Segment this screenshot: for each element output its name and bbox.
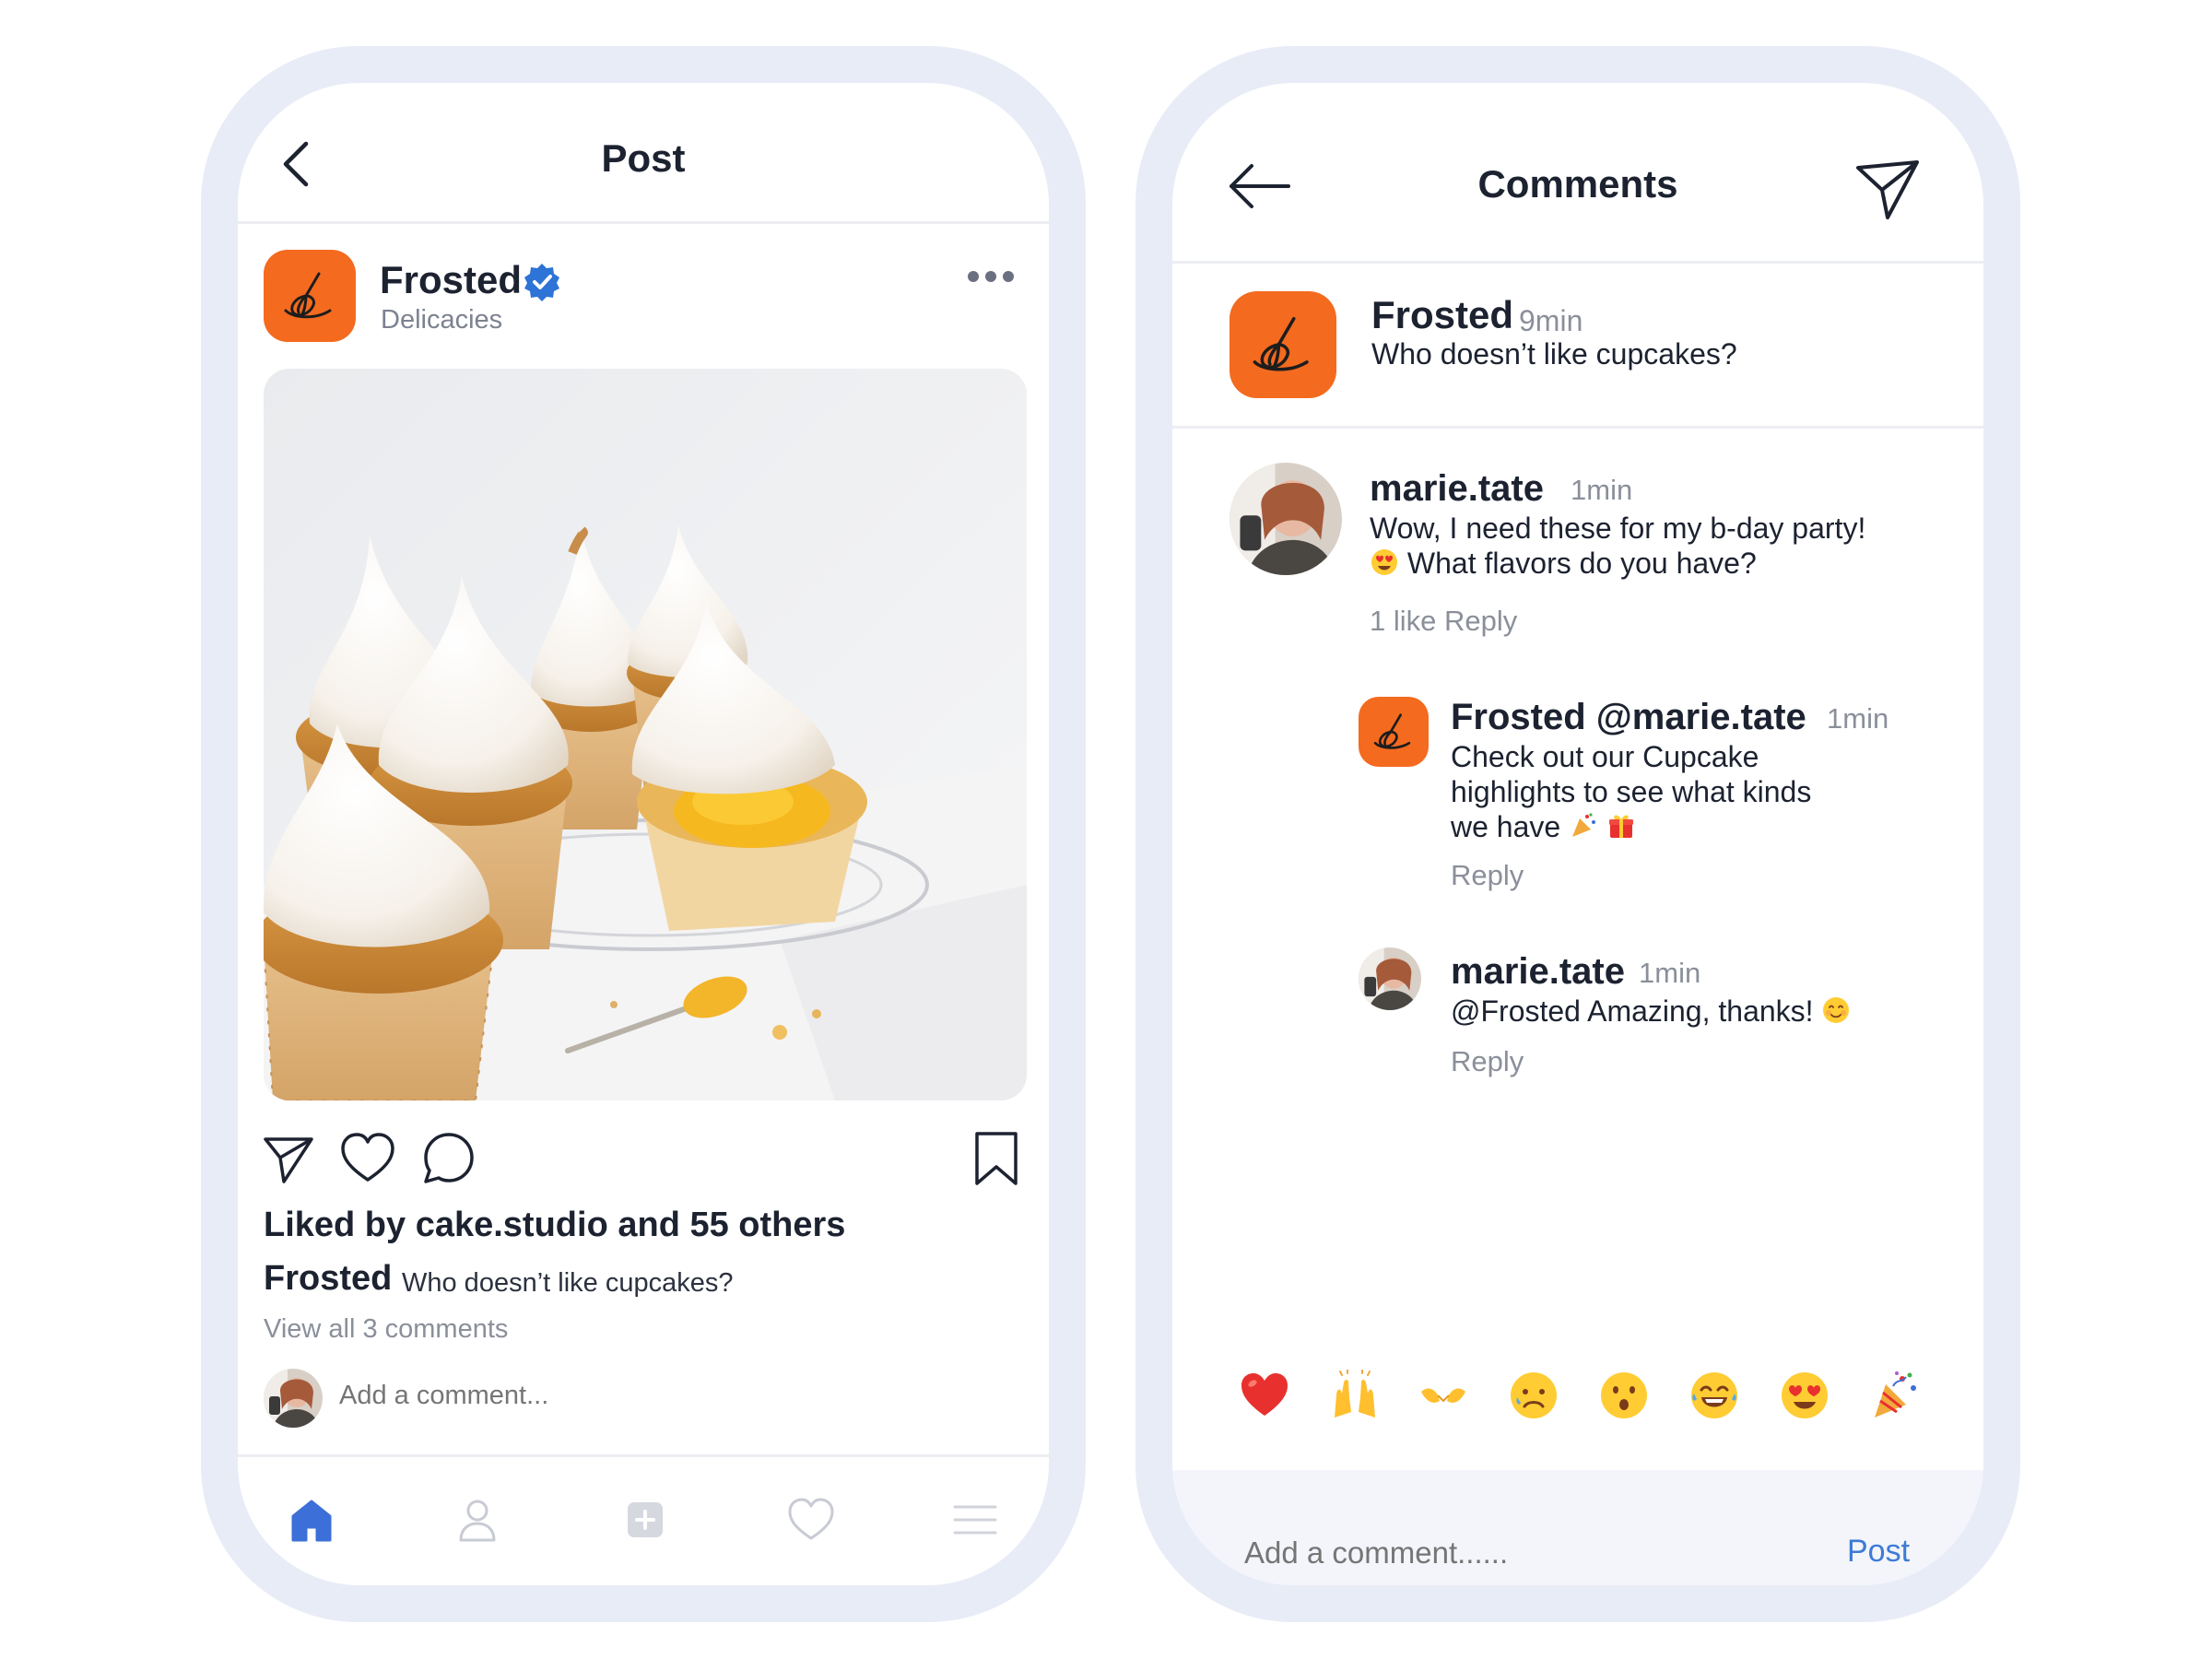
brand-logo[interactable] [1230,291,1336,398]
post-text: Who doesn’t like cupcakes? [1371,337,1737,371]
comment-text-line: What flavors do you have? [1370,546,1757,581]
reply-button[interactable]: Reply [1451,1045,1524,1078]
more-options-icon[interactable] [966,269,1016,284]
reply-text-end: we have [1451,810,1561,843]
reply-button[interactable]: Reply [1451,859,1524,892]
verified-badge-icon [524,264,559,301]
raised-hands-emoji-icon[interactable] [1329,1370,1381,1421]
view-all-comments-link[interactable]: View all 3 comments [264,1314,508,1345]
comment-text-line: Wow, I need these for my b-day party! [1370,512,1866,545]
laughing-face-emoji-icon[interactable] [1688,1370,1740,1421]
comments-phone-frame: Comments Frosted 9min Who doesn’t like c… [1135,46,2020,1622]
reply-username[interactable]: Frosted @marie.tate [1451,697,1806,738]
current-user-avatar [264,1369,323,1428]
heart-emoji-icon[interactable] [1239,1370,1290,1421]
caption-text: Who doesn’t like cupcakes? [402,1268,734,1298]
post-header: Post [238,83,1049,224]
reply-text-line: Check out our Cupcake [1451,740,1759,773]
reply-text: @Frosted Amazing, thanks! [1451,994,1814,1028]
bottom-nav-bar [238,1454,1049,1585]
bookmark-icon[interactable] [968,1130,1025,1187]
quick-reactions-bar [1228,1370,1928,1434]
divider [1172,426,1983,429]
menu-icon[interactable] [949,1494,1001,1546]
post-author[interactable]: Frosted [1371,293,1513,337]
post-actions [238,1130,1049,1194]
comment-input[interactable] [1244,1535,1760,1571]
reply-avatar[interactable] [1359,947,1421,1010]
clapping-hands-emoji-icon[interactable] [1418,1370,1469,1421]
whisk-icon [1253,317,1309,371]
reply-text-line: we have [1451,809,1636,844]
caption-username[interactable]: Frosted [264,1259,392,1299]
add-comment-input[interactable] [339,1381,892,1411]
add-post-icon[interactable] [619,1494,671,1546]
whisk-icon [1373,713,1411,749]
post-phone-frame: Post Frosted Delicacies Liked by cake.st… [201,46,1086,1622]
comment-text-continuation: What flavors do you have? [1406,547,1757,580]
surprised-face-emoji-icon[interactable] [1598,1370,1650,1421]
commenter-avatar[interactable] [1230,463,1342,575]
comment-like-reply[interactable]: 1 like Reply [1370,605,1517,638]
send-icon[interactable] [1854,159,1921,221]
post-time: 9min [1519,304,1583,337]
heart-eyes-emoji-icon [1371,549,1397,575]
page-title: Post [601,136,686,180]
brand-logo[interactable] [264,250,356,342]
comment-time: 1min [1571,474,1633,506]
comments-header: Comments [1172,83,1983,264]
gift-emoji-icon [1608,815,1633,838]
party-popper-emoji-icon [1572,813,1596,837]
sad-face-emoji-icon[interactable] [1508,1370,1559,1421]
party-popper-emoji-icon[interactable] [1869,1370,1921,1421]
heart-eyes-emoji-icon[interactable] [1779,1370,1830,1421]
share-send-icon[interactable] [260,1130,317,1187]
profile-icon[interactable] [452,1494,503,1546]
activity-heart-icon[interactable] [785,1494,837,1546]
reply-brand-logo[interactable] [1359,697,1429,767]
brand-subtitle: Delicacies [381,305,503,335]
reply-time: 1min [1827,702,1889,735]
likes-summary[interactable]: Liked by cake.studio and 55 others [264,1206,845,1245]
reply-time: 1min [1639,957,1701,989]
post-screen: Post Frosted Delicacies Liked by cake.st… [238,83,1049,1585]
like-heart-icon[interactable] [339,1130,396,1187]
comment-username[interactable]: marie.tate [1370,468,1544,510]
comments-screen: Comments Frosted 9min Who doesn’t like c… [1172,83,1983,1585]
home-icon[interactable] [286,1494,337,1546]
reply-text-line: @Frosted Amazing, thanks! [1451,994,1851,1029]
whisk-icon [284,272,332,319]
reply-username[interactable]: marie.tate [1451,951,1625,993]
smiling-blush-emoji-icon [1823,997,1850,1023]
brand-name[interactable]: Frosted [380,258,522,302]
post-image[interactable] [264,369,1027,1100]
comment-bubble-icon[interactable] [420,1130,477,1187]
post-comment-button[interactable]: Post [1847,1534,1910,1570]
reply-text-line: highlights to see what kinds [1451,775,1812,808]
